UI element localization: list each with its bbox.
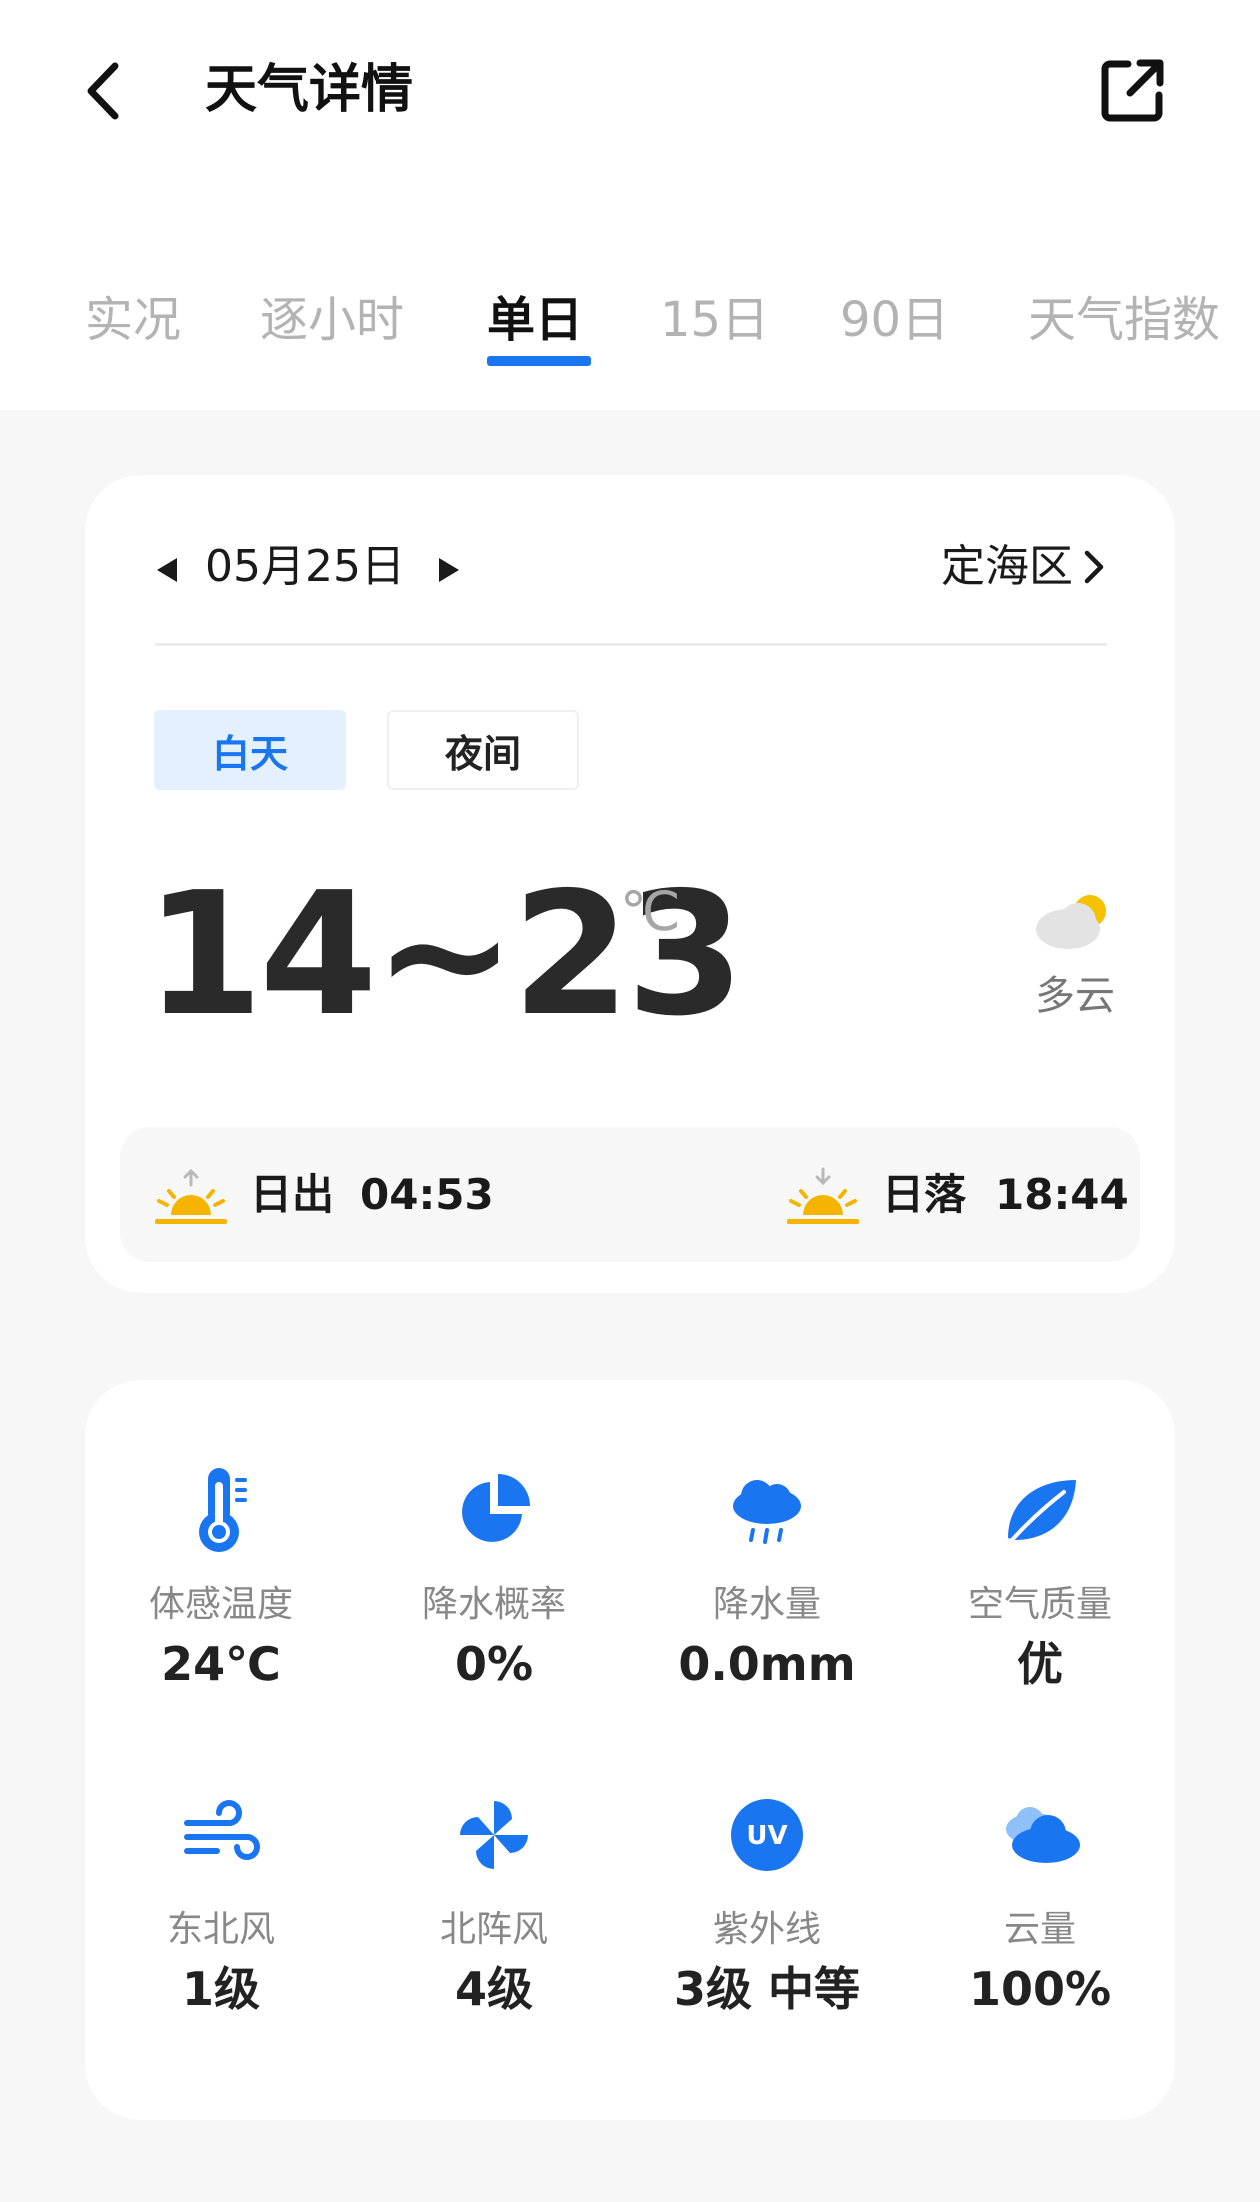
next-day-arrow-icon[interactable] xyxy=(433,555,463,585)
wind-icon xyxy=(184,1800,260,1860)
uv-icon: UV xyxy=(731,1799,803,1871)
segment-day[interactable]: 白天 xyxy=(154,710,346,790)
metrics-card: 体感温度 24℃ 降水概率 0% 降水量 0.0mm 空气质量 优 东北风 1级… xyxy=(85,1380,1175,2120)
active-tab-indicator xyxy=(487,356,591,366)
tab-single-day[interactable]: 单日 xyxy=(487,288,583,352)
sun-times-panel: 日出 04:53 日落 18:44 xyxy=(120,1127,1140,1262)
sunrise-icon xyxy=(155,1168,227,1224)
weather-condition: 多云 xyxy=(1035,973,1115,1019)
day-summary-card: 05月25日 定海区 白天 夜间 14~23 ℃ 多云 日出 04:53 日落 … xyxy=(85,475,1175,1293)
metric-label: 紫外线 xyxy=(712,1909,821,1950)
divider xyxy=(155,643,1107,646)
location-label: 定海区 xyxy=(941,541,1073,592)
temperature-unit: ℃ xyxy=(620,880,681,943)
thermometer-icon xyxy=(199,1468,247,1552)
segment-night[interactable]: 夜间 xyxy=(387,710,579,790)
date-row: 05月25日 定海区 xyxy=(85,525,1175,615)
tab-live[interactable]: 实况 xyxy=(85,288,181,352)
metric-wind: 东北风 1级 xyxy=(111,1785,331,2019)
metric-value: 优 xyxy=(1017,1637,1063,1691)
top-bar: 天气详情 实况 逐小时 单日 15日 90日 天气指数 xyxy=(0,0,1260,410)
metric-air-quality: 空气质量 优 xyxy=(930,1460,1150,1694)
metric-feels-like: 体感温度 24℃ xyxy=(111,1460,331,1694)
tab-hourly[interactable]: 逐小时 xyxy=(260,288,404,352)
tab-bar: 实况 逐小时 单日 15日 90日 天气指数 xyxy=(0,280,1260,370)
share-button[interactable] xyxy=(1098,55,1168,125)
date-label: 05月25日 xyxy=(205,541,405,592)
metric-label: 体感温度 xyxy=(148,1584,293,1625)
metric-precip-probability: 降水概率 0% xyxy=(384,1460,604,1694)
prev-day-arrow-icon[interactable] xyxy=(153,555,183,585)
metric-value: 4级 xyxy=(454,1962,533,2016)
location-selector[interactable]: 定海区 xyxy=(941,537,1107,597)
metric-label: 东北风 xyxy=(166,1909,275,1950)
back-button[interactable] xyxy=(78,58,128,124)
metric-uv: UV 紫外线 3级 中等 xyxy=(657,1785,877,2019)
pie-chart-icon xyxy=(462,1474,530,1542)
metric-value: 0% xyxy=(454,1637,534,1691)
metric-value: 100% xyxy=(968,1962,1112,2016)
metric-label: 云量 xyxy=(1003,1909,1076,1950)
metric-value: 3级 中等 xyxy=(673,1962,861,2016)
metric-value: 0.0mm xyxy=(678,1637,856,1691)
metric-label: 空气质量 xyxy=(967,1584,1112,1625)
leaf-icon xyxy=(1008,1480,1076,1542)
tab-90-day[interactable]: 90日 xyxy=(840,288,949,352)
pinwheel-icon xyxy=(460,1801,528,1869)
sunset-label: 日落 xyxy=(882,1170,967,1219)
metric-value: 24℃ xyxy=(161,1637,281,1691)
metric-label: 北阵风 xyxy=(439,1909,548,1950)
tab-weather-index[interactable]: 天气指数 xyxy=(1028,288,1220,352)
chevron-left-icon xyxy=(87,62,119,120)
external-link-icon xyxy=(1101,59,1164,122)
metric-value: 1级 xyxy=(181,1962,260,2016)
tab-15-day[interactable]: 15日 xyxy=(660,288,769,352)
page-title: 天气详情 xyxy=(205,60,414,120)
sunset-time: 18:44 xyxy=(995,1170,1129,1219)
rain-cloud-icon xyxy=(733,1480,801,1544)
metric-precipitation: 降水量 0.0mm xyxy=(657,1460,877,1694)
sunrise-label: 日出 xyxy=(250,1170,335,1219)
cloud-icon xyxy=(1006,1807,1080,1863)
metric-label: 降水概率 xyxy=(421,1584,566,1625)
metric-label: 降水量 xyxy=(712,1584,821,1625)
chevron-right-icon xyxy=(1084,550,1104,584)
sunrise-time: 04:53 xyxy=(360,1170,494,1219)
uv-icon-text: UV xyxy=(746,1821,787,1851)
metric-gust: 北阵风 4级 xyxy=(384,1785,604,2019)
sunset-icon xyxy=(787,1167,859,1224)
partly-cloudy-icon xyxy=(1036,895,1106,949)
metric-cloud-cover: 云量 100% xyxy=(930,1785,1150,2019)
